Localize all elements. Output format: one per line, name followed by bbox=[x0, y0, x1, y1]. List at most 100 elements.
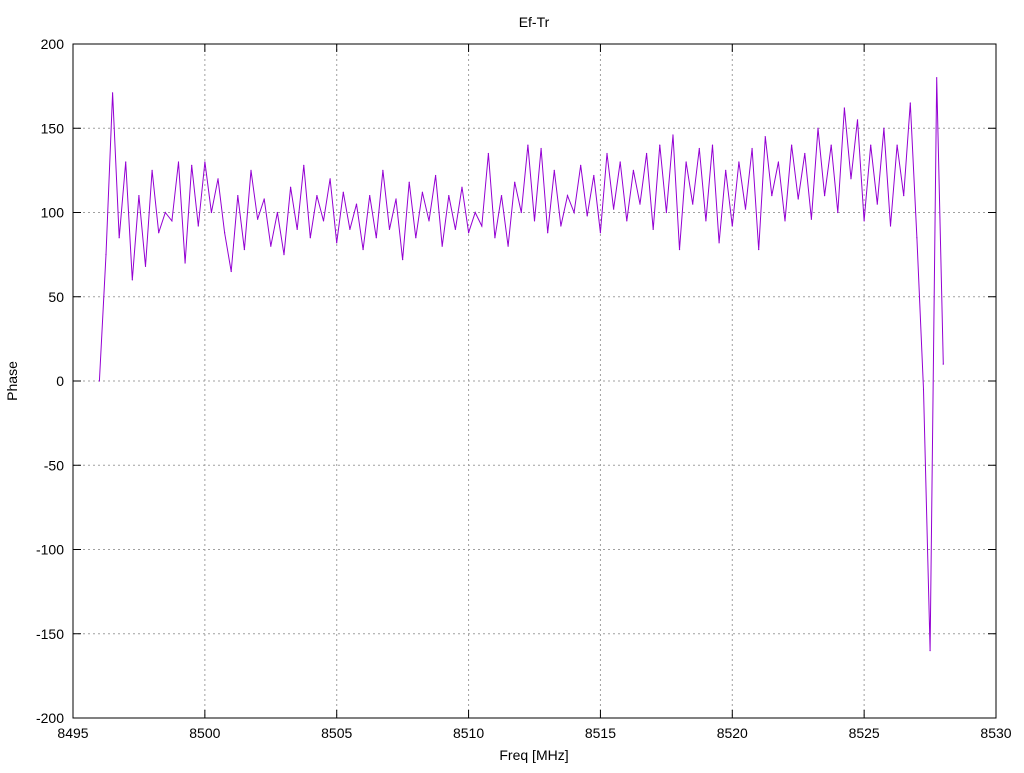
data-point bbox=[889, 225, 892, 227]
data-point bbox=[151, 169, 153, 171]
data-point bbox=[177, 161, 180, 163]
data-point bbox=[421, 191, 424, 193]
data-point bbox=[263, 198, 265, 200]
y-tick-label: -150 bbox=[36, 626, 64, 642]
data-point bbox=[929, 650, 931, 652]
data-point bbox=[243, 248, 246, 251]
data-point bbox=[118, 237, 120, 239]
data-point bbox=[639, 203, 641, 205]
data-point bbox=[652, 228, 654, 230]
x-tick-label: 8505 bbox=[321, 725, 352, 741]
y-tick-label: 200 bbox=[41, 36, 65, 52]
data-point bbox=[896, 144, 898, 146]
data-point bbox=[936, 77, 938, 79]
data-point bbox=[665, 211, 667, 214]
data-point bbox=[573, 211, 575, 214]
data-point bbox=[382, 169, 384, 171]
data-point bbox=[514, 181, 516, 183]
data-point bbox=[698, 147, 700, 150]
data-point bbox=[329, 178, 331, 180]
data-point bbox=[171, 220, 173, 222]
data-point bbox=[626, 220, 628, 222]
data-point bbox=[580, 164, 582, 166]
data-point bbox=[296, 228, 298, 230]
series bbox=[98, 77, 944, 652]
data-point bbox=[520, 211, 522, 214]
y-tick-label: -50 bbox=[44, 457, 64, 473]
data-point bbox=[870, 144, 872, 146]
data-point bbox=[191, 164, 193, 166]
data-point bbox=[777, 161, 780, 163]
data-point bbox=[257, 218, 259, 220]
data-point bbox=[270, 245, 272, 247]
data-point bbox=[237, 195, 239, 197]
ticks: 8495 8500 8505 8510 8515 8520 8525 8530 -200 -150… bbox=[36, 36, 1012, 741]
data-point bbox=[474, 211, 476, 214]
series-line bbox=[98, 77, 944, 651]
data-point bbox=[197, 225, 199, 227]
y-tick-label: -100 bbox=[36, 542, 64, 558]
y-tick-label: -200 bbox=[36, 710, 64, 726]
data-point bbox=[586, 215, 588, 217]
x-tick-label: 8495 bbox=[57, 725, 88, 741]
data-point bbox=[764, 136, 766, 138]
x-axis-label: Freq [MHz] bbox=[499, 747, 568, 763]
data-point bbox=[830, 144, 832, 146]
data-point bbox=[566, 195, 569, 197]
x-tick-label: 8515 bbox=[585, 725, 616, 741]
data-point bbox=[909, 102, 911, 104]
data-point bbox=[164, 211, 166, 214]
data-point bbox=[428, 220, 430, 222]
data-point bbox=[138, 195, 140, 197]
data-point bbox=[441, 245, 443, 247]
data-point bbox=[362, 248, 364, 251]
data-point bbox=[883, 127, 885, 129]
data-point bbox=[487, 152, 489, 155]
y-tick-label: 100 bbox=[41, 205, 65, 221]
data-point bbox=[204, 161, 206, 163]
y-tick-label: 0 bbox=[56, 373, 64, 389]
data-point bbox=[355, 203, 358, 205]
data-point bbox=[692, 203, 694, 205]
data-point bbox=[125, 161, 127, 163]
data-point bbox=[678, 248, 681, 251]
data-point bbox=[144, 265, 147, 268]
data-point bbox=[230, 270, 232, 273]
data-point bbox=[342, 191, 344, 193]
data-point bbox=[599, 232, 602, 234]
data-point bbox=[810, 218, 813, 220]
data-point bbox=[645, 152, 648, 155]
y-tick-label: 150 bbox=[41, 120, 65, 136]
data-point bbox=[632, 169, 634, 171]
data-point bbox=[289, 186, 292, 188]
data-point bbox=[744, 208, 747, 210]
data-point bbox=[388, 228, 391, 230]
x-tick-label: 8510 bbox=[453, 725, 484, 741]
data-point bbox=[797, 198, 799, 200]
data-point bbox=[395, 198, 397, 200]
data-point bbox=[467, 232, 470, 234]
data-point bbox=[533, 220, 536, 222]
data-point bbox=[224, 232, 226, 234]
data-point bbox=[217, 178, 219, 180]
data-point bbox=[184, 262, 186, 264]
data-point bbox=[402, 259, 404, 261]
x-tick-label: 8520 bbox=[717, 725, 748, 741]
data-point bbox=[856, 119, 859, 121]
data-point bbox=[560, 225, 562, 227]
x-tick-label: 8500 bbox=[189, 725, 220, 741]
data-point bbox=[481, 225, 483, 227]
x-tick-label: 8530 bbox=[980, 725, 1011, 741]
data-point bbox=[131, 279, 133, 281]
data-point bbox=[349, 228, 351, 230]
data-point bbox=[613, 208, 615, 210]
chart-title: Ef-Tr bbox=[519, 14, 550, 30]
data-point bbox=[309, 237, 311, 239]
data-point bbox=[210, 211, 213, 214]
data-point bbox=[454, 228, 456, 230]
data-point bbox=[448, 195, 450, 197]
data-point bbox=[804, 152, 806, 155]
data-point bbox=[922, 388, 925, 391]
data-point bbox=[711, 144, 714, 146]
data-point bbox=[606, 152, 608, 155]
